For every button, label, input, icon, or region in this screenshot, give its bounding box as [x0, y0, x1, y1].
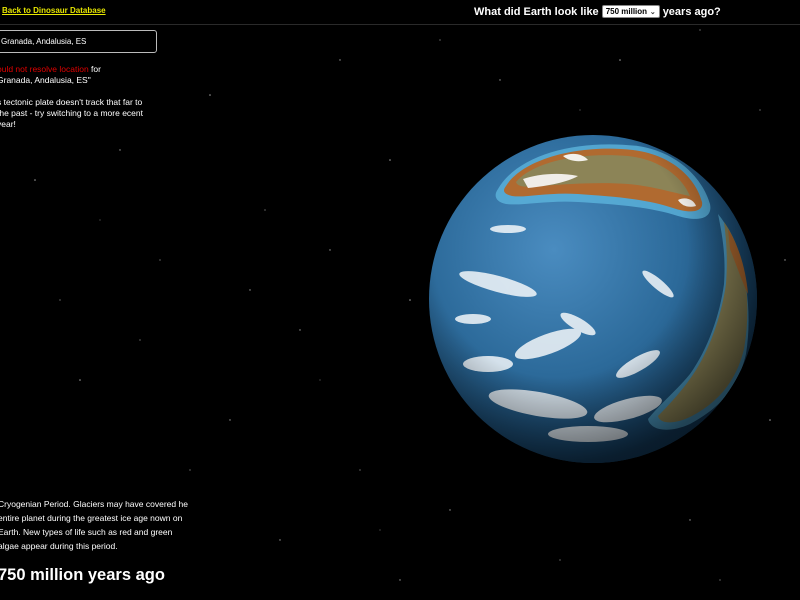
error-text: for [88, 64, 101, 74]
years-ago-select[interactable]: 750 million ⌄ [601, 5, 660, 18]
year-question: What did Earth look like 750 million ⌄ y… [474, 5, 721, 18]
error-location: Granada, Andalusia, ES" [0, 75, 91, 85]
question-prefix: What did Earth look like [474, 5, 599, 18]
top-bar: Back to Dinosaur Database What did Earth… [0, 0, 800, 25]
chevron-down-icon: ⌄ [649, 8, 656, 16]
age-heading: 750 million years ago [0, 566, 165, 584]
location-search-input[interactable]: Granada, Andalusia, ES [0, 30, 157, 53]
question-suffix: years ago? [662, 5, 721, 18]
location-search-value: Granada, Andalusia, ES [1, 37, 87, 46]
plate-tracking-message: s tectonic plate doesn't track that far … [0, 97, 143, 129]
back-to-database-link[interactable]: Back to Dinosaur Database [2, 6, 106, 15]
period-description: Cryogenian Period. Glaciers may have cov… [0, 499, 188, 551]
years-ago-selected-value: 750 million [605, 7, 648, 16]
page: Back to Dinosaur Database What did Earth… [0, 0, 800, 600]
location-error-message: ould not resolve location for Granada, A… [0, 64, 147, 86]
error-highlight: ould not resolve location [0, 64, 89, 74]
earth-globe[interactable] [428, 134, 758, 464]
